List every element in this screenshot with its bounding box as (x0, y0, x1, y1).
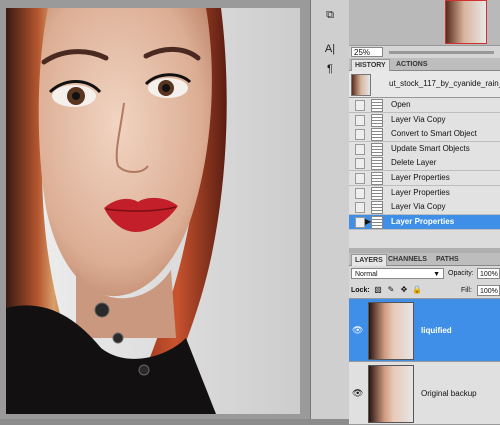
history-item[interactable]: Layer Via Copy (349, 112, 500, 128)
lock-label: Lock: (351, 287, 370, 294)
layer-name[interactable]: liquified (421, 326, 452, 335)
lock-pixels-icon[interactable]: ✎ (386, 285, 396, 295)
history-item[interactable]: Delete Layer (349, 156, 500, 172)
history-step-icon (371, 215, 383, 229)
tab-channels[interactable]: CHANNELS (385, 254, 430, 265)
history-item-label: Layer Via Copy (391, 202, 446, 212)
lock-transparency-icon[interactable]: ▧ (373, 285, 383, 295)
tab-actions[interactable]: ACTIONS (393, 59, 431, 70)
layer-row[interactable]: 👁 Original backup (349, 362, 500, 425)
blend-row: Normal ▼ Opacity: 100% (349, 266, 500, 282)
opacity-label: Opacity: (448, 270, 474, 277)
layers-tabbar: LAYERS CHANNELS PATHS (349, 253, 500, 266)
history-item-label: Open (391, 100, 411, 109)
history-step-icon (371, 201, 383, 215)
paragraph-icon[interactable]: ¶ (321, 60, 339, 78)
snapshot-thumbnail (351, 74, 371, 96)
portrait-photo (6, 8, 300, 414)
tab-layers[interactable]: LAYERS (351, 254, 387, 266)
history-item-label: Convert to Smart Object (391, 129, 477, 139)
history-panel: HISTORY ACTIONS ut_stock_117_by_cyanide_… (349, 58, 500, 248)
history-step-icon (371, 157, 383, 171)
zoom-slider[interactable] (389, 51, 494, 54)
fill-label: Fill: (461, 287, 472, 294)
lock-position-icon[interactable]: ✥ (399, 285, 409, 295)
history-source-checkbox[interactable] (355, 187, 365, 199)
opacity-input[interactable]: 100% (477, 268, 500, 279)
history-step-icon (371, 142, 383, 156)
visibility-eye-icon[interactable]: 👁 (352, 325, 363, 335)
navigator-zoom-row: 25% (349, 45, 500, 59)
history-source-checkbox[interactable] (355, 158, 365, 170)
history-item-label: Update Smart Objects (391, 143, 470, 153)
history-item[interactable]: Layer Via Copy (349, 200, 500, 216)
history-source-checkbox[interactable] (355, 202, 365, 214)
snapshot-label: ut_stock_117_by_cyanide_rain_st (389, 79, 500, 88)
layer-row[interactable]: 👁 liquified (349, 299, 500, 362)
history-step-icon (371, 113, 383, 127)
navigator-thumbnail[interactable] (445, 0, 487, 44)
history-step-icon (371, 99, 383, 112)
history-item[interactable]: Convert to Smart Object (349, 127, 500, 143)
tab-history[interactable]: HISTORY (351, 59, 390, 71)
history-item-label: Delete Layer (391, 158, 437, 168)
history-step-icon (371, 186, 383, 200)
blend-mode-value: Normal (355, 271, 378, 278)
history-step-icon (371, 172, 383, 185)
history-item-label: Layer Via Copy (391, 114, 446, 124)
history-item[interactable]: ▶ Layer Properties (349, 214, 500, 230)
history-source-checkbox[interactable] (355, 216, 365, 228)
history-source-checkbox[interactable] (355, 114, 365, 126)
history-source-checkbox[interactable] (355, 129, 365, 141)
history-item-label: Layer Properties (391, 173, 450, 182)
history-snapshot[interactable]: ut_stock_117_by_cyanide_rain_st (349, 71, 500, 98)
history-tabbar: HISTORY ACTIONS (349, 58, 500, 71)
history-item[interactable]: Layer Properties (349, 185, 500, 201)
history-source-checkbox[interactable] (355, 143, 365, 155)
history-item[interactable]: Open (349, 98, 500, 113)
panel-toolstrip: ⧉ A| ¶ (310, 0, 350, 419)
zoom-input[interactable]: 25% (351, 47, 383, 57)
character-icon[interactable]: A| (321, 40, 339, 58)
history-source-checkbox[interactable] (355, 173, 365, 184)
visibility-eye-icon[interactable]: 👁 (352, 388, 363, 398)
fill-input[interactable]: 100% (477, 285, 500, 296)
layers-panel: LAYERS CHANNELS PATHS Normal ▼ Opacity: … (349, 253, 500, 425)
layer-name[interactable]: Original backup (421, 389, 477, 398)
history-brush-icon[interactable]: ⧉ (321, 6, 339, 24)
lock-all-icon[interactable]: 🔒 (412, 285, 422, 295)
lock-row: Lock: ▧ ✎ ✥ 🔒 Fill: 100% (349, 283, 500, 299)
history-item-label: Layer Properties (391, 187, 450, 197)
document-canvas[interactable] (0, 0, 310, 419)
history-step-icon (371, 128, 383, 142)
blend-mode-select[interactable]: Normal ▼ (351, 268, 444, 279)
history-item[interactable]: Update Smart Objects (349, 141, 500, 157)
history-item-label: Layer Properties (391, 216, 455, 226)
tab-paths[interactable]: PATHS (433, 254, 462, 265)
layer-thumbnail[interactable] (368, 365, 414, 423)
history-source-checkbox[interactable] (355, 100, 365, 111)
layer-thumbnail[interactable] (368, 302, 414, 360)
portrait-illustration (6, 8, 300, 414)
chevron-down-icon: ▼ (433, 271, 440, 278)
history-item[interactable]: Layer Properties (349, 171, 500, 186)
